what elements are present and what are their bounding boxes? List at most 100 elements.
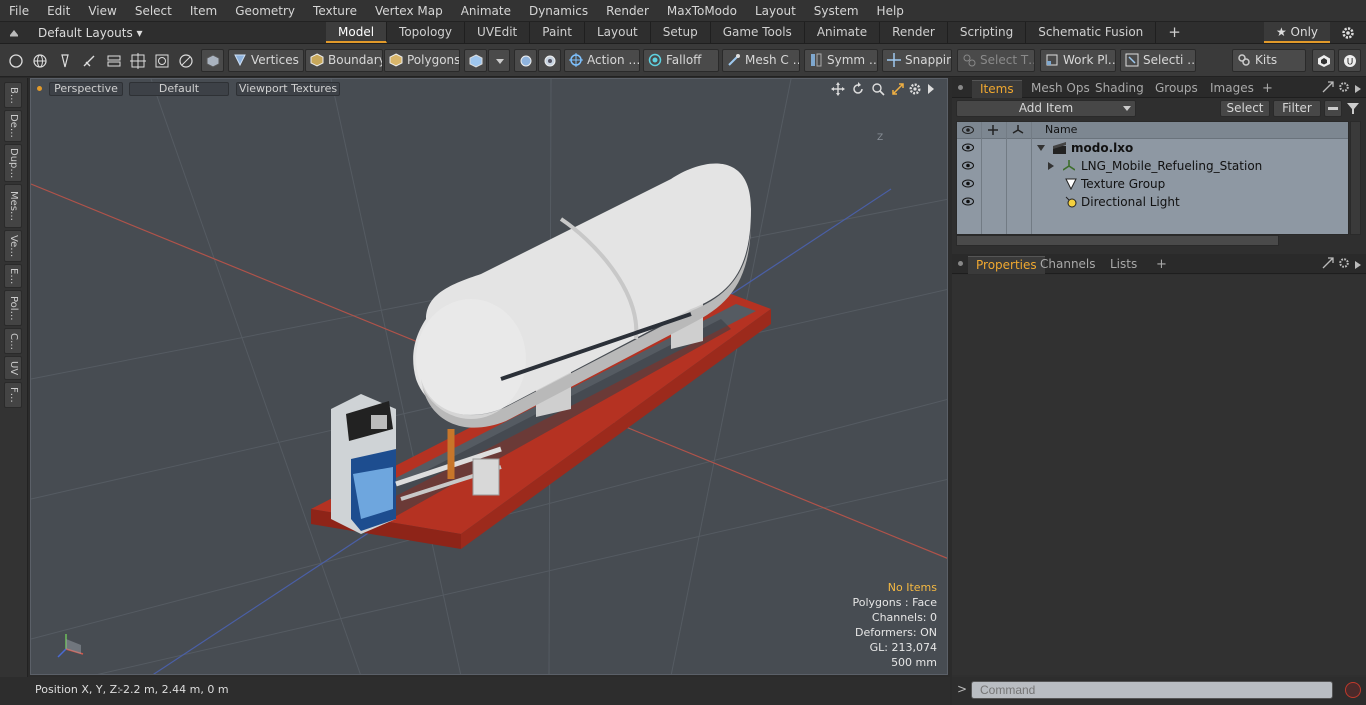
- item-row[interactable]: Texture Group: [957, 175, 1348, 193]
- vertices-button[interactable]: Vertices: [228, 49, 304, 72]
- left-tab-fusion[interactable]: F…: [4, 382, 22, 408]
- tab-layout[interactable]: Layout: [585, 22, 651, 43]
- work-plane-button[interactable]: Work Pl…: [1040, 49, 1116, 72]
- brush-icon[interactable]: [81, 53, 97, 69]
- tab-images[interactable]: Images: [1202, 80, 1262, 98]
- menu-texture[interactable]: Texture: [304, 0, 366, 22]
- record-macro-icon[interactable]: [1345, 682, 1361, 698]
- filter-button[interactable]: Filter: [1273, 100, 1321, 117]
- tab-game-tools[interactable]: Game Tools: [711, 22, 805, 43]
- menu-view[interactable]: View: [79, 0, 125, 22]
- menu-edit[interactable]: Edit: [38, 0, 79, 22]
- item-mode-button[interactable]: [201, 49, 224, 72]
- layout-preset-dropdown[interactable]: Default Layouts ▾: [38, 22, 143, 44]
- layout-arrow-icon[interactable]: [8, 26, 20, 38]
- tab-groups[interactable]: Groups: [1147, 80, 1206, 98]
- menu-maxtomodo[interactable]: MaxToModo: [658, 0, 746, 22]
- funnel-filter-icon[interactable]: [1346, 101, 1360, 115]
- kits-button[interactable]: Kits: [1232, 49, 1306, 72]
- left-tab-curve[interactable]: C…: [4, 328, 22, 354]
- left-tab-basic[interactable]: B…: [4, 82, 22, 108]
- align-icon[interactable]: [106, 53, 122, 69]
- panel-gear-icon[interactable]: [1338, 81, 1350, 93]
- symmetry-button[interactable]: Symm …: [804, 49, 878, 72]
- falloff-button[interactable]: Falloff: [643, 49, 719, 72]
- tab-channels[interactable]: Channels: [1032, 256, 1104, 274]
- panel-menu-arrow-icon[interactable]: [1354, 259, 1362, 269]
- command-input[interactable]: [971, 681, 1333, 699]
- select-button[interactable]: Select: [1220, 100, 1270, 117]
- maximize-view-icon[interactable]: [891, 82, 905, 96]
- tab-schematic-fusion[interactable]: Schematic Fusion: [1026, 22, 1157, 43]
- menu-system[interactable]: System: [805, 0, 868, 22]
- viewport-gear-icon[interactable]: [908, 82, 922, 96]
- left-tab-edge[interactable]: E…: [4, 264, 22, 288]
- boundary-button[interactable]: Boundary: [305, 49, 383, 72]
- symmetry-gear-icon[interactable]: [514, 49, 537, 72]
- unity-icon[interactable]: [1312, 49, 1335, 72]
- zoom-view-icon[interactable]: [871, 82, 885, 96]
- left-tab-vertex[interactable]: Ve…: [4, 230, 22, 262]
- polygons-button[interactable]: Polygons: [384, 49, 460, 72]
- menu-select[interactable]: Select: [126, 0, 181, 22]
- tab-model[interactable]: Model: [326, 22, 388, 43]
- no-symbol-icon[interactable]: [178, 53, 194, 69]
- action-center-button[interactable]: Action …: [564, 49, 640, 72]
- menu-render[interactable]: Render: [597, 0, 658, 22]
- mode-dropdown[interactable]: [488, 49, 510, 72]
- menu-dynamics[interactable]: Dynamics: [520, 0, 597, 22]
- left-tab-duplicate[interactable]: Dup…: [4, 144, 22, 182]
- tab-shading[interactable]: Shading: [1087, 80, 1152, 98]
- menu-layout[interactable]: Layout: [746, 0, 805, 22]
- item-list-v-scrollbar[interactable]: [1350, 121, 1361, 235]
- left-tab-uv[interactable]: UV: [4, 356, 22, 380]
- only-toggle[interactable]: ★ Only: [1264, 22, 1330, 43]
- menu-file[interactable]: File: [0, 0, 38, 22]
- tab-topology[interactable]: Topology: [387, 22, 466, 43]
- add-tab-button[interactable]: +: [1156, 22, 1193, 43]
- item-row[interactable]: modo.lxo: [957, 139, 1348, 157]
- snapping-button[interactable]: Snapping: [882, 49, 952, 72]
- move-view-icon[interactable]: [831, 82, 845, 96]
- tab-setup[interactable]: Setup: [651, 22, 711, 43]
- item-list-h-scrollbar[interactable]: [956, 235, 1279, 246]
- expanded-arrow-icon[interactable]: [1037, 144, 1045, 152]
- add-properties-tab-button[interactable]: +: [1148, 256, 1175, 274]
- left-tab-mesh-edit[interactable]: Mes…: [4, 184, 22, 228]
- mesh-constraint-button[interactable]: Mesh C …: [722, 49, 800, 72]
- visibility-eye-icon[interactable]: [962, 197, 974, 206]
- grid-center-icon[interactable]: [130, 53, 146, 69]
- menu-animate[interactable]: Animate: [452, 0, 520, 22]
- visibility-eye-icon[interactable]: [962, 143, 974, 152]
- tab-animate[interactable]: Animate: [805, 22, 881, 43]
- gear-icon[interactable]: [1341, 26, 1355, 40]
- menu-vertex-map[interactable]: Vertex Map: [366, 0, 452, 22]
- selection-sets-button[interactable]: Selecti …: [1120, 49, 1196, 72]
- rotate-view-icon[interactable]: [851, 82, 865, 96]
- panel-expand-icon[interactable]: [1322, 81, 1334, 93]
- panel-gear-icon[interactable]: [1338, 257, 1350, 269]
- collapsed-arrow-icon[interactable]: [1047, 162, 1054, 170]
- viewport-menu-arrow-icon[interactable]: [926, 83, 936, 95]
- panel-expand-icon[interactable]: [1322, 257, 1334, 269]
- item-row[interactable]: Directional Light: [957, 193, 1348, 211]
- 3d-viewport[interactable]: Perspective Default Viewport Textures Z …: [30, 78, 948, 675]
- tab-scripting[interactable]: Scripting: [948, 22, 1027, 43]
- viewport-textures-dropdown[interactable]: Viewport Textures: [236, 82, 340, 96]
- visibility-eye-icon[interactable]: [962, 161, 974, 170]
- item-row[interactable]: LNG_Mobile_Refueling_Station: [957, 157, 1348, 175]
- circle-select-icon[interactable]: [8, 53, 24, 69]
- pen-icon[interactable]: [57, 53, 73, 69]
- panel-menu-arrow-icon[interactable]: [1354, 83, 1362, 93]
- tab-lists[interactable]: Lists: [1102, 256, 1145, 274]
- shading-dropdown[interactable]: Default: [129, 82, 229, 96]
- left-tab-polygon[interactable]: Pol…: [4, 290, 22, 326]
- tab-uvedit[interactable]: UVEdit: [465, 22, 531, 43]
- square-circle-icon[interactable]: [154, 53, 170, 69]
- add-item-dropdown[interactable]: Add Item: [956, 100, 1136, 117]
- menu-help[interactable]: Help: [868, 0, 913, 22]
- menu-item[interactable]: Item: [181, 0, 226, 22]
- globe-icon[interactable]: [32, 53, 48, 69]
- tab-paint[interactable]: Paint: [530, 22, 585, 43]
- view-mode-dropdown[interactable]: Perspective: [49, 82, 123, 96]
